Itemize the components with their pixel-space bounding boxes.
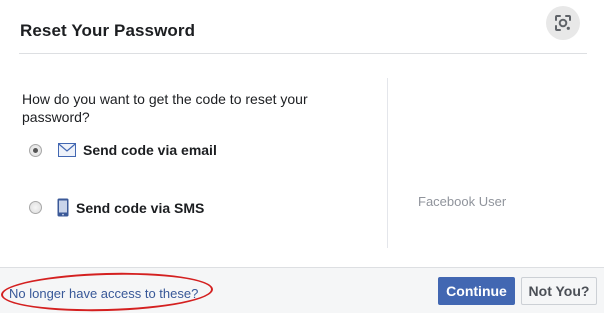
sms-radio[interactable] <box>29 201 42 214</box>
envelope-icon <box>58 143 76 157</box>
email-radio[interactable] <box>29 143 42 157</box>
phone-icon <box>57 198 69 217</box>
continue-button[interactable]: Continue <box>438 277 515 305</box>
not-you-button[interactable]: Not You? <box>521 277 597 305</box>
dialog-title: Reset Your Password <box>20 21 196 40</box>
option-email[interactable]: Send code via email <box>29 142 217 158</box>
header-divider <box>19 53 587 54</box>
google-lens-icon[interactable] <box>546 6 580 40</box>
email-option-label: Send code via email <box>83 142 217 158</box>
sms-option-label: Send code via SMS <box>76 199 205 216</box>
reset-password-dialog: Reset Your Password How do you want to g… <box>0 0 604 313</box>
account-user-name: Facebook User <box>418 194 507 209</box>
column-divider <box>387 78 388 248</box>
option-sms[interactable]: Send code via SMS <box>29 198 204 217</box>
reset-question: How do you want to get the code to reset… <box>22 91 308 125</box>
